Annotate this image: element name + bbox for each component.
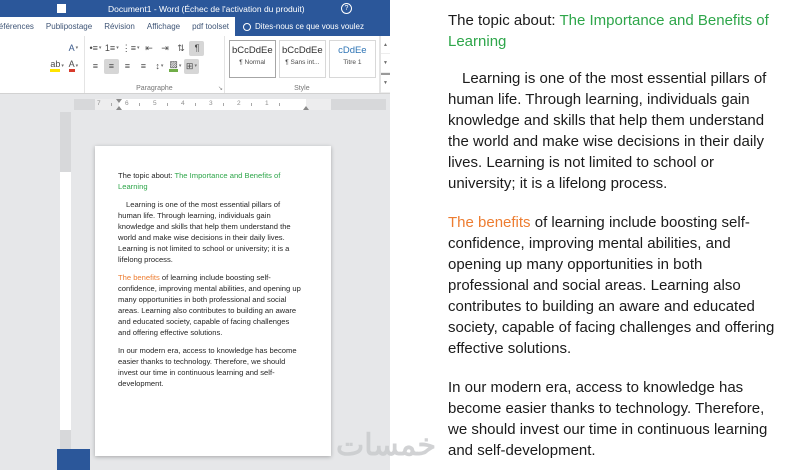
right-indent-marker[interactable] (303, 106, 309, 110)
mini-paragraph-3: In our modern era, access to knowledge h… (118, 346, 297, 388)
document-preview: The topic about: The Importance and Bene… (390, 0, 800, 470)
tab-revision[interactable]: Révision (98, 17, 141, 36)
paragraph-group: •≡ ▾ 1≡ ▾ ⋮≡ ▾ ⇤ ⇥ ⇅ ¶ ≡ ≡ ≡ ≡ ↕ ▾ ▨ ▾ ⊞ ▾ (85, 36, 225, 93)
mini-paragraph-1: Learning is one of the most essential pi… (118, 200, 291, 264)
help-icon[interactable]: ? (341, 3, 352, 14)
bullets-icon[interactable]: •≡ ▾ (88, 41, 103, 56)
tab-publipostage[interactable]: Publipostage (40, 17, 98, 36)
font-color-icon[interactable]: A ▾ (66, 59, 81, 74)
tab-references[interactable]: Références (0, 17, 40, 36)
preview-heading: The topic about: The Importance and Bene… (448, 12, 769, 50)
ruler-tick (111, 103, 112, 106)
ruler-number: 5 (153, 100, 157, 107)
document-page[interactable]: The topic about: The Importance and Bene… (95, 146, 331, 456)
style-heading1[interactable]: cDdEe Titre 1 (328, 40, 376, 78)
mini-heading: The topic about: The Importance and Bene… (118, 171, 281, 191)
gallery-up-icon[interactable]: ▲ (380, 36, 390, 55)
decrease-indent-icon[interactable]: ⇤ (141, 41, 156, 56)
screenshot-stage: Document1 - Word (Échec de l'activation … (0, 0, 800, 470)
style-normal[interactable]: bCcDdEe ¶ Normal (228, 40, 276, 78)
window-title: Document1 - Word (Échec de l'activation … (108, 3, 305, 14)
word-window: Document1 - Word (Échec de l'activation … (0, 0, 390, 470)
align-left-icon[interactable]: ≡ (88, 59, 103, 74)
ruler-number: 2 (237, 100, 241, 107)
ruler-tick (223, 103, 224, 106)
align-center-icon[interactable]: ≡ (103, 58, 119, 74)
preview-paragraph-3: In our modern era, access to knowledge h… (448, 379, 768, 459)
ribbon: A ▾ ab ▾ A ▾ •≡ ▾ 1≡ ▾ ⋮≡ ▾ ⇤ ⇥ ⇅ ¶ ≡ ≡ … (0, 36, 390, 94)
text-effects-icon[interactable]: A ▾ (66, 41, 81, 56)
ruler-number: 6 (125, 100, 129, 107)
horizontal-ruler: 7 6 5 4 3 2 1 (74, 99, 386, 110)
style-group-label: Style (294, 85, 310, 92)
tell-me-box[interactable]: Dites-nous ce que vous voulez (235, 17, 390, 36)
ruler-number: 4 (181, 100, 185, 107)
ribbon-tab-row: Références Publipostage Révision Afficha… (0, 17, 390, 36)
ruler-number: 1 (265, 100, 269, 107)
tab-affichage[interactable]: Affichage (141, 17, 186, 36)
sort-icon[interactable]: ⇅ (173, 41, 188, 56)
line-spacing-icon[interactable]: ↕ ▾ (152, 59, 167, 74)
tell-me-label: Dites-nous ce que vous voulez (255, 22, 364, 31)
gallery-more-icon[interactable]: ▼ (380, 72, 390, 93)
style-group: bCcDdEe ¶ Normal bCcDdEe ¶ Sans int... c… (225, 36, 380, 93)
align-justify-icon[interactable]: ≡ (136, 59, 151, 74)
shading-icon[interactable]: ▨ ▾ (168, 59, 183, 74)
preview-paragraph-2: The benefits of learning include boostin… (448, 214, 775, 357)
style-no-spacing[interactable]: bCcDdEe ¶ Sans int... (278, 40, 326, 78)
multilevel-list-icon[interactable]: ⋮≡ ▾ (121, 41, 141, 56)
ruler-number: 7 (97, 100, 101, 107)
paragraph-group-label: Paragraphe (136, 85, 173, 92)
highlight-color-icon[interactable]: ab ▾ (49, 59, 65, 74)
left-indent-marker[interactable] (116, 106, 122, 110)
increase-indent-icon[interactable]: ⇥ (157, 41, 172, 56)
bottom-blue-tile (57, 449, 90, 470)
save-icon[interactable] (57, 4, 66, 13)
vertical-ruler-band (60, 172, 71, 430)
mini-paragraph-2: The benefits of learning include boostin… (118, 273, 301, 337)
borders-icon[interactable]: ⊞ ▾ (183, 58, 199, 74)
ruler-tick (279, 103, 280, 106)
gallery-down-icon[interactable]: ▼ (380, 54, 390, 73)
numbering-icon[interactable]: 1≡ ▾ (104, 41, 120, 56)
title-bar: Document1 - Word (Échec de l'activation … (0, 0, 390, 17)
ruler-number: 3 (209, 100, 213, 107)
show-marks-icon[interactable]: ¶ (189, 40, 205, 56)
ruler-tick (139, 103, 140, 106)
lightbulb-icon (243, 22, 252, 31)
tab-pdf-toolset[interactable]: pdf toolset (186, 17, 235, 36)
ruler-tick (195, 103, 196, 106)
align-right-icon[interactable]: ≡ (120, 59, 135, 74)
ruler-tick (167, 103, 168, 106)
ruler-tick (251, 103, 252, 106)
first-line-indent-marker[interactable] (116, 99, 122, 103)
vertical-ruler (60, 112, 71, 470)
style-gallery-scrollbar: ▲ ▼ ▼ (379, 36, 390, 93)
paragraph-dialog-launcher-icon[interactable]: ↘ (218, 86, 223, 92)
preview-paragraph-1: Learning is one of the most essential pi… (448, 70, 767, 192)
font-group-fragment: A ▾ ab ▾ A ▾ (0, 36, 85, 93)
